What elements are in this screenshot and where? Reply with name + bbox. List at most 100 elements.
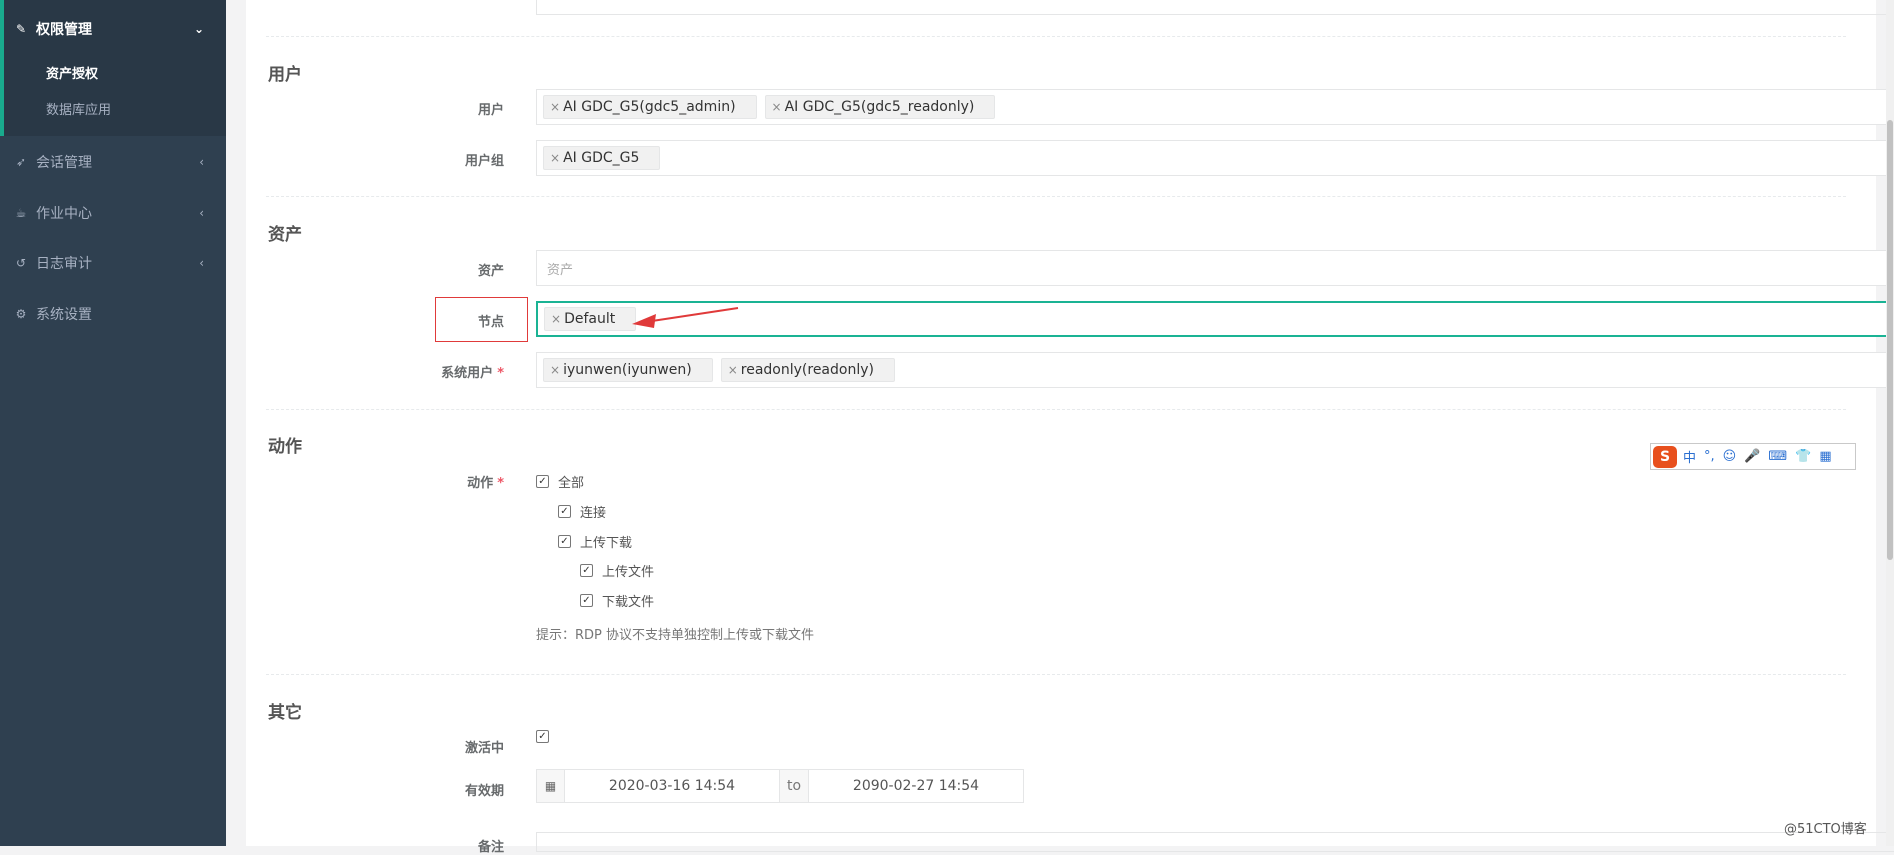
- option-label: 上传下载: [580, 536, 633, 551]
- option-label: 下载文件: [602, 595, 655, 610]
- microphone-icon[interactable]: 🎤: [1744, 449, 1760, 464]
- ime-chinese-mode[interactable]: 中: [1683, 447, 1696, 466]
- action-option-transfer[interactable]: ✓ 上传下载: [558, 532, 632, 551]
- main-content: 用户 用户 × AI GDC_G5(gdc5_admin) × AI GDC_G5(…: [246, 0, 1894, 855]
- date-start-input[interactable]: 2020-03-16 14:54: [565, 770, 779, 802]
- section-divider: [266, 36, 1846, 37]
- cogs-icon: ⚙: [15, 307, 27, 321]
- label-text: 动作: [467, 476, 494, 491]
- assets-placeholder: 资产: [547, 262, 574, 278]
- section-title-users: 用户: [268, 65, 302, 85]
- action-option-upload[interactable]: ✓ 上传文件: [580, 561, 654, 580]
- action-option-download[interactable]: ✓ 下载文件: [580, 591, 654, 610]
- user-tag[interactable]: × AI GDC_G5(gdc5_readonly): [764, 95, 996, 119]
- smiley-icon[interactable]: ☺: [1723, 449, 1737, 464]
- checkbox-checked-icon[interactable]: ✓: [580, 564, 593, 577]
- edit-icon: ✎: [15, 22, 27, 36]
- skin-icon[interactable]: 👕: [1795, 449, 1811, 464]
- tag-label: AI GDC_G5: [563, 150, 640, 166]
- system-user-tag[interactable]: × readonly(readonly): [720, 358, 895, 382]
- chevron-left-icon: ‹: [199, 206, 204, 220]
- sidebar-item-settings[interactable]: ⚙ 系统设置: [0, 299, 226, 329]
- ime-punctuation[interactable]: °,: [1704, 449, 1715, 464]
- tag-label: AI GDC_G5(gdc5_admin): [563, 99, 736, 115]
- required-mark: *: [497, 366, 504, 381]
- system-users-label: 系统用户 *: [304, 362, 504, 381]
- tag-label: AI GDC_G5(gdc5_readonly): [784, 99, 975, 115]
- remove-icon[interactable]: ×: [728, 363, 738, 377]
- remove-icon[interactable]: ×: [550, 151, 560, 165]
- calendar-icon[interactable]: ▦: [537, 770, 565, 802]
- system-user-tag[interactable]: × iyunwen(iyunwen): [543, 358, 713, 382]
- history-icon: ↺: [15, 256, 27, 270]
- coffee-icon: ☕: [15, 206, 27, 220]
- chevron-left-icon: ‹: [199, 256, 204, 270]
- sidebar-sub-asset-permission[interactable]: 资产授权: [46, 63, 98, 82]
- group-tag[interactable]: × AI GDC_G5: [543, 146, 661, 170]
- tag-label: iyunwen(iyunwen): [563, 362, 692, 378]
- keyboard-icon[interactable]: ⌨: [1768, 449, 1787, 464]
- assets-select[interactable]: 资产: [536, 250, 1894, 286]
- checkbox-checked-icon[interactable]: ✓: [536, 730, 549, 743]
- annotation-arrow-icon: [632, 307, 739, 328]
- sidebar-item-jobs[interactable]: ☕ 作业中心 ‹: [0, 198, 226, 228]
- action-option-all[interactable]: ✓ 全部: [536, 472, 584, 491]
- previous-field-bottom: [536, 0, 1894, 15]
- action-option-connect[interactable]: ✓ 连接: [558, 502, 606, 521]
- validity-label: 有效期: [464, 784, 504, 799]
- users-select[interactable]: × AI GDC_G5(gdc5_admin) × AI GDC_G5(gdc5_r…: [536, 89, 1894, 125]
- node-tag[interactable]: × Default: [544, 307, 637, 331]
- remove-icon[interactable]: ×: [772, 100, 782, 114]
- ime-toolbar: S 中 °, ☺ 🎤 ⌨ 👕 ▦: [1650, 443, 1856, 470]
- section-divider: [266, 674, 1846, 675]
- option-label: 上传文件: [602, 565, 655, 580]
- sidebar-item-label: 系统设置: [36, 307, 92, 323]
- option-label: 全部: [558, 476, 585, 491]
- date-end-input[interactable]: 2090-02-27 14:54: [809, 770, 1023, 802]
- sidebar-item-label: 作业中心: [36, 206, 92, 222]
- checkbox-checked-icon[interactable]: ✓: [536, 475, 549, 488]
- comment-textarea[interactable]: [536, 832, 1894, 852]
- sidebar-item-permissions[interactable]: ✎ 权限管理 ⌄: [0, 14, 226, 44]
- remove-icon[interactable]: ×: [550, 100, 560, 114]
- section-divider: [266, 196, 1846, 197]
- tag-label: readonly(readonly): [740, 362, 874, 378]
- sidebar-sub-database-app[interactable]: 数据库应用: [46, 99, 111, 118]
- user-groups-label: 用户组: [464, 154, 504, 169]
- chevron-left-icon: ‹: [199, 155, 204, 169]
- sogou-logo[interactable]: S: [1653, 445, 1677, 468]
- chevron-down-icon: ⌄: [193, 22, 204, 36]
- checkbox-checked-icon[interactable]: ✓: [558, 535, 571, 548]
- scrollbar-thumb[interactable]: [1887, 120, 1893, 560]
- date-range-separator: to: [779, 770, 809, 802]
- users-label: 用户: [477, 103, 504, 118]
- section-title-other: 其它: [268, 703, 302, 723]
- annotation-highlight-box: [435, 297, 528, 342]
- label-text: 系统用户: [441, 366, 494, 381]
- actions-hint: 提示：RDP 协议不支持单独控制上传或下载文件: [536, 628, 815, 643]
- actions-label: 动作 *: [304, 472, 504, 491]
- sidebar: ✎ 权限管理 ⌄ 资产授权 数据库应用 ➶ 会话管理 ‹ ☕ 作业中心 ‹ ↺ …: [0, 0, 226, 846]
- remove-icon[interactable]: ×: [550, 363, 560, 377]
- section-title-assets: 资产: [268, 225, 302, 245]
- section-title-actions: 动作: [268, 437, 302, 457]
- user-tag[interactable]: × AI GDC_G5(gdc5_admin): [543, 95, 757, 119]
- sidebar-item-audit[interactable]: ↺ 日志审计 ‹: [0, 248, 226, 278]
- active-checkbox-row[interactable]: ✓: [536, 730, 558, 743]
- user-groups-select[interactable]: × AI GDC_G5: [536, 140, 1894, 176]
- option-label: 连接: [580, 506, 607, 521]
- sidebar-item-label: 权限管理: [36, 22, 92, 38]
- checkbox-checked-icon[interactable]: ✓: [580, 594, 593, 607]
- sidebar-item-label: 日志审计: [36, 256, 92, 272]
- remove-icon[interactable]: ×: [551, 312, 561, 326]
- section-divider: [266, 409, 1846, 410]
- sidebar-item-label: 会话管理: [36, 155, 92, 171]
- watermark: @51CTO博客: [1784, 822, 1867, 837]
- system-users-select[interactable]: × iyunwen(iyunwen) × readonly(readonly): [536, 352, 1894, 388]
- active-label: 激活中: [464, 741, 504, 756]
- tag-label: Default: [564, 311, 616, 327]
- sidebar-item-sessions[interactable]: ➶ 会话管理 ‹: [0, 147, 226, 177]
- grid-icon[interactable]: ▦: [1819, 449, 1831, 464]
- validity-date-range: ▦ 2020-03-16 14:54 to 2090-02-27 14:54: [536, 769, 1024, 803]
- checkbox-checked-icon[interactable]: ✓: [558, 505, 571, 518]
